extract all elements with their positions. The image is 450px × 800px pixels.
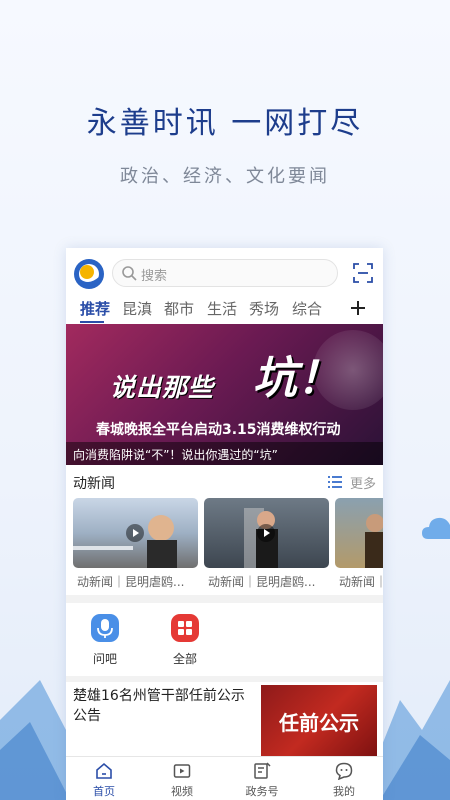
promo-subline: 政治、经济、文化要闻: [120, 166, 330, 187]
section-header: 动新闻 更多: [66, 473, 383, 493]
quick-entries: 问吧 全部: [66, 610, 383, 672]
banner-title-small: 说出那些: [110, 373, 215, 402]
channel-tabs: 推荐 昆滇 都市 生活 秀场 综合: [66, 298, 383, 324]
video-thumbnail: [335, 498, 383, 568]
nav-profile[interactable]: 我的: [314, 759, 374, 799]
tab-show[interactable]: 秀场: [249, 298, 279, 319]
news-thumbnail: 任前公示: [261, 685, 377, 761]
tab-city[interactable]: 都市: [164, 298, 194, 319]
video-card[interactable]: 动新闻｜昆明虐鸥...: [204, 498, 329, 589]
app-screen: 搜索 推荐 昆滇 都市 生活 秀场 综合 说出那些 坑！ 春城晚报全平台启动3.…: [66, 248, 383, 800]
nav-label: 首页: [93, 785, 115, 798]
tab-recommend[interactable]: 推荐: [80, 298, 110, 319]
play-icon: [257, 524, 275, 542]
banner-carousel[interactable]: 说出那些 坑！ 春城晚报全平台启动3.15消费维权行动 向消费陷阱说“不”！说出…: [66, 324, 383, 465]
video-thumbnail: [204, 498, 329, 568]
nav-government[interactable]: 政务号: [232, 759, 292, 799]
grid-icon: [171, 614, 199, 642]
quick-entry-wenba[interactable]: 问吧: [75, 610, 135, 672]
video-card[interactable]: 动新闻｜: [335, 498, 383, 589]
government-icon: [254, 762, 271, 779]
news-title: 楚雄16名州管干部任前公示公告: [73, 688, 245, 724]
banner-subtitle: 春城晚报全平台启动3.15消费维权行动: [96, 422, 341, 438]
section-title: 动新闻: [73, 476, 115, 492]
tab-life[interactable]: 生活: [207, 298, 237, 319]
video-icon: [173, 764, 191, 778]
profile-icon: [335, 762, 353, 780]
divider: [66, 676, 383, 682]
app-logo-icon[interactable]: [73, 258, 105, 290]
active-tab-indicator: [80, 321, 104, 323]
banner-title-big: 坑！: [253, 353, 341, 404]
search-icon: [122, 266, 137, 281]
divider: [66, 595, 383, 603]
nav-label: 政务号: [245, 785, 279, 798]
nav-home[interactable]: 首页: [74, 759, 134, 799]
top-bar: 搜索: [66, 248, 383, 296]
quick-entry-all[interactable]: 全部: [155, 610, 215, 672]
video-thumbnail: [73, 498, 198, 568]
nav-video[interactable]: 视频: [152, 759, 212, 799]
video-list: 动新闻｜昆明虐鸥... 动新闻｜昆明虐鸥... 动新闻｜: [66, 498, 383, 593]
microphone-icon: [91, 614, 119, 642]
video-caption: 动新闻｜昆明虐鸥...: [208, 575, 316, 589]
video-caption: 动新闻｜昆明虐鸥...: [77, 575, 185, 589]
scan-icon[interactable]: [353, 263, 373, 283]
nav-label: 我的: [333, 785, 355, 798]
search-input[interactable]: 搜索: [112, 259, 338, 287]
news-item[interactable]: 楚雄16名州管干部任前公示公告 任前公示: [66, 683, 383, 763]
play-icon: [126, 524, 144, 542]
video-caption: 动新闻｜: [339, 575, 383, 589]
quick-label: 全部: [172, 652, 197, 666]
search-placeholder: 搜索: [141, 269, 168, 284]
more-link[interactable]: 更多: [350, 473, 376, 492]
quick-label: 问吧: [92, 652, 117, 666]
bottom-navigation: 首页 视频 政务号 我的: [66, 756, 383, 800]
home-icon: [96, 762, 112, 779]
banner-caption: 向消费陷阱说“不”！说出你遇过的“坑”: [66, 442, 383, 465]
add-channel-icon[interactable]: [350, 300, 366, 316]
video-card[interactable]: 动新闻｜昆明虐鸥...: [73, 498, 198, 589]
promo-headline: 永善时讯 一网打尽: [86, 106, 364, 141]
tab-general[interactable]: 综合: [292, 298, 322, 319]
cloud-icon: [422, 517, 450, 539]
news-thumbnail-text: 任前公示: [279, 711, 359, 735]
tab-kundian[interactable]: 昆滇: [122, 298, 152, 319]
list-icon[interactable]: [328, 476, 342, 488]
nav-label: 视频: [171, 785, 193, 798]
